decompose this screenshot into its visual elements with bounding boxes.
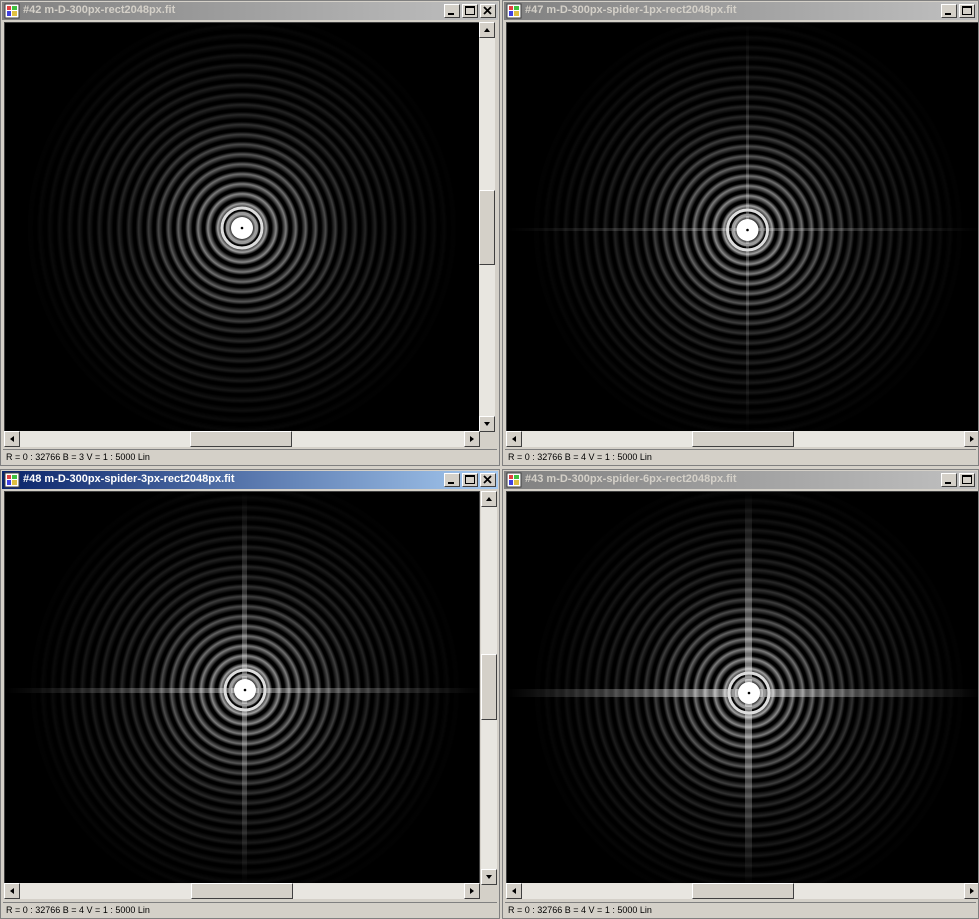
maximize-icon <box>962 6 972 15</box>
arrow-up-icon <box>486 497 492 501</box>
arrow-left-icon <box>10 436 14 442</box>
window-title: #47 m-D-300px-spider-1px-rect2048px.fit <box>525 4 737 16</box>
title-bar[interactable]: #43 m-D-300px-spider-6px-rect2048px.fit <box>504 471 977 489</box>
palette-icon <box>506 3 522 19</box>
status-bar: R = 0 : 32766 B = 4 V = 1 : 5000 Lin <box>3 902 497 917</box>
vertical-scrollbar[interactable] <box>479 22 495 432</box>
scroll-up-button[interactable] <box>479 22 495 38</box>
status-bar: R = 0 : 32766 B = 4 V = 1 : 5000 Lin <box>505 902 976 917</box>
arrow-left-icon <box>512 436 516 442</box>
arrow-left-icon <box>512 888 516 894</box>
horizontal-scrollbar[interactable] <box>506 431 978 447</box>
psf-image[interactable] <box>4 22 480 432</box>
close-icon <box>483 6 492 15</box>
scroll-down-button[interactable] <box>479 416 495 432</box>
scroll-right-button[interactable] <box>464 883 480 899</box>
scroll-thumb[interactable] <box>191 883 293 899</box>
scroll-thumb[interactable] <box>481 654 497 720</box>
arrow-right-icon <box>970 888 974 894</box>
arrow-down-icon <box>486 875 492 879</box>
maximize-button[interactable] <box>462 4 478 18</box>
maximize-icon <box>465 6 475 15</box>
maximize-button[interactable] <box>959 4 975 18</box>
scroll-left-button[interactable] <box>506 883 522 899</box>
psf-image[interactable] <box>506 491 978 885</box>
scroll-left-button[interactable] <box>506 431 522 447</box>
scroll-thumb[interactable] <box>479 190 495 265</box>
title-bar[interactable]: #48 m-D-300px-spider-3px-rect2048px.fit <box>2 471 498 489</box>
scroll-thumb[interactable] <box>692 431 794 447</box>
image-window-3[interactable]: #48 m-D-300px-spider-3px-rect2048px.fit … <box>0 469 500 919</box>
close-icon <box>483 475 492 484</box>
minimize-button[interactable] <box>941 4 957 18</box>
scroll-left-button[interactable] <box>4 431 20 447</box>
horizontal-scrollbar[interactable] <box>4 883 480 899</box>
close-button[interactable] <box>480 473 496 487</box>
scroll-right-button[interactable] <box>464 431 480 447</box>
arrow-down-icon <box>484 422 490 426</box>
minimize-button[interactable] <box>444 473 460 487</box>
maximize-icon <box>465 475 475 484</box>
psf-image[interactable] <box>506 22 978 432</box>
minimize-button[interactable] <box>444 4 460 18</box>
psf-image[interactable] <box>4 491 480 885</box>
window-title: #42 m-D-300px-rect2048px.fit <box>23 4 176 16</box>
image-window-4[interactable]: #43 m-D-300px-spider-6px-rect2048px.fit … <box>502 469 979 919</box>
scroll-thumb[interactable] <box>692 883 794 899</box>
minimize-icon <box>448 13 454 15</box>
arrow-up-icon <box>484 28 490 32</box>
status-bar: R = 0 : 32766 B = 4 V = 1 : 5000 Lin <box>505 449 976 464</box>
title-bar[interactable]: #42 m-D-300px-rect2048px.fit <box>2 2 498 20</box>
scroll-right-button[interactable] <box>964 431 978 447</box>
scroll-up-button[interactable] <box>481 491 497 507</box>
window-title: #48 m-D-300px-spider-3px-rect2048px.fit <box>23 473 235 485</box>
horizontal-scrollbar[interactable] <box>4 431 480 447</box>
vertical-scrollbar[interactable] <box>481 491 497 885</box>
window-title: #43 m-D-300px-spider-6px-rect2048px.fit <box>525 473 737 485</box>
maximize-button[interactable] <box>462 473 478 487</box>
arrow-left-icon <box>10 888 14 894</box>
close-button[interactable] <box>480 4 496 18</box>
palette-icon <box>4 472 20 488</box>
maximize-button[interactable] <box>959 473 975 487</box>
horizontal-scrollbar[interactable] <box>506 883 978 899</box>
minimize-button[interactable] <box>941 473 957 487</box>
minimize-icon <box>448 482 454 484</box>
scroll-down-button[interactable] <box>481 869 497 885</box>
palette-icon <box>4 3 20 19</box>
arrow-right-icon <box>470 888 474 894</box>
scroll-left-button[interactable] <box>4 883 20 899</box>
image-window-2[interactable]: #47 m-D-300px-spider-1px-rect2048px.fit … <box>502 0 979 466</box>
arrow-right-icon <box>470 436 474 442</box>
image-window-1[interactable]: #42 m-D-300px-rect2048px.fit R = 0 : 327… <box>0 0 500 466</box>
scroll-thumb[interactable] <box>190 431 292 447</box>
maximize-icon <box>962 475 972 484</box>
palette-icon <box>506 472 522 488</box>
title-bar[interactable]: #47 m-D-300px-spider-1px-rect2048px.fit <box>504 2 977 20</box>
minimize-icon <box>945 482 951 484</box>
scroll-right-button[interactable] <box>964 883 978 899</box>
status-bar: R = 0 : 32766 B = 3 V = 1 : 5000 Lin <box>3 449 497 464</box>
arrow-right-icon <box>970 436 974 442</box>
minimize-icon <box>945 13 951 15</box>
